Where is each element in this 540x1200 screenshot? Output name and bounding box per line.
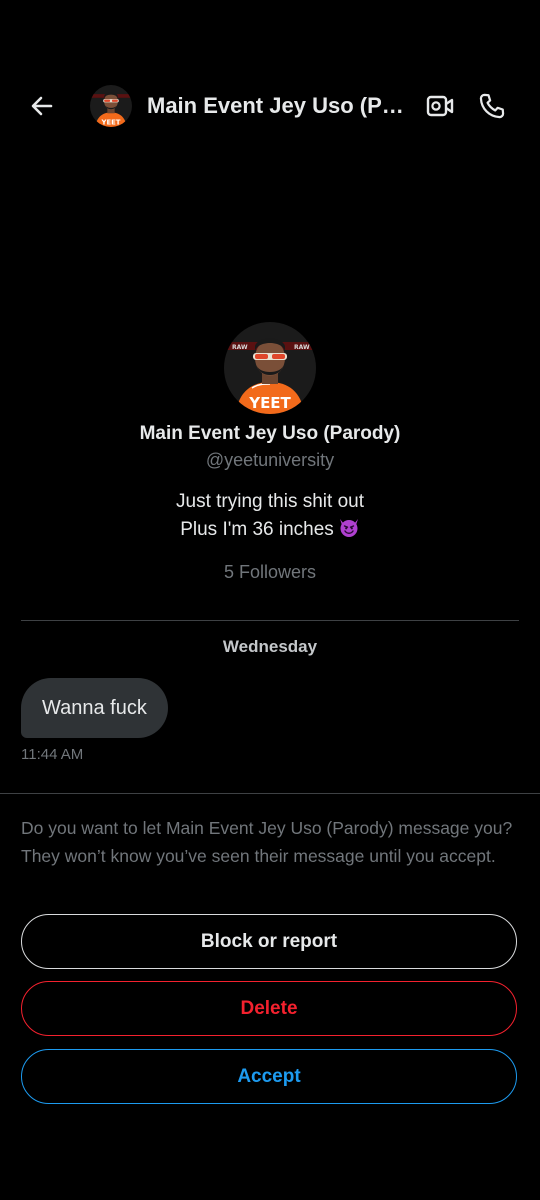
conversation-header: YEET Main Event Jey Uso (Parody) — [0, 70, 540, 142]
video-call-button[interactable] — [422, 88, 458, 124]
header-avatar[interactable]: YEET — [90, 85, 132, 127]
accept-button[interactable]: Accept — [21, 1049, 517, 1104]
avatar-shirt-text: YEET — [101, 118, 121, 126]
bio-line-1: Just trying this shit out — [176, 491, 364, 512]
profile-handle[interactable]: @yeetuniversity — [0, 448, 540, 472]
avatar-shirt-text: YEET — [248, 394, 291, 412]
bio-line-2-wrap: Plus I'm 36 inches — [0, 516, 540, 547]
svg-text:RAW: RAW — [232, 344, 248, 351]
profile-bio: Just trying this shit out Plus I'm 36 in… — [0, 488, 540, 547]
phone-call-button[interactable] — [474, 88, 510, 124]
video-call-icon — [426, 95, 454, 117]
block-or-report-button[interactable]: Block or report — [21, 914, 517, 969]
message-timestamp: 11:44 AM — [21, 746, 84, 763]
delete-button[interactable]: Delete — [21, 981, 517, 1036]
profile-summary: RAW RAW YEET Main Event Jey Uso (Parody)… — [0, 322, 540, 584]
profile-avatar[interactable]: RAW RAW YEET — [224, 322, 316, 414]
divider — [0, 793, 540, 794]
arrow-left-icon — [31, 96, 53, 116]
followers-count[interactable]: 5 Followers — [0, 560, 540, 584]
header-title[interactable]: Main Event Jey Uso (Parody) — [147, 92, 409, 120]
bio-line-2: Plus I'm 36 inches — [180, 519, 334, 540]
divider — [21, 620, 519, 621]
smiling-devil-emoji-icon — [338, 516, 360, 547]
profile-name[interactable]: Main Event Jey Uso (Parody) — [0, 422, 540, 446]
svg-text:RAW: RAW — [294, 344, 310, 351]
back-button[interactable] — [22, 86, 62, 126]
phone-icon — [479, 93, 505, 119]
day-separator: Wednesday — [222, 637, 318, 656]
message-request-prompt: Do you want to let Main Event Jey Uso (P… — [21, 818, 513, 866]
message-bubble[interactable]: Wanna fuck — [21, 678, 168, 738]
